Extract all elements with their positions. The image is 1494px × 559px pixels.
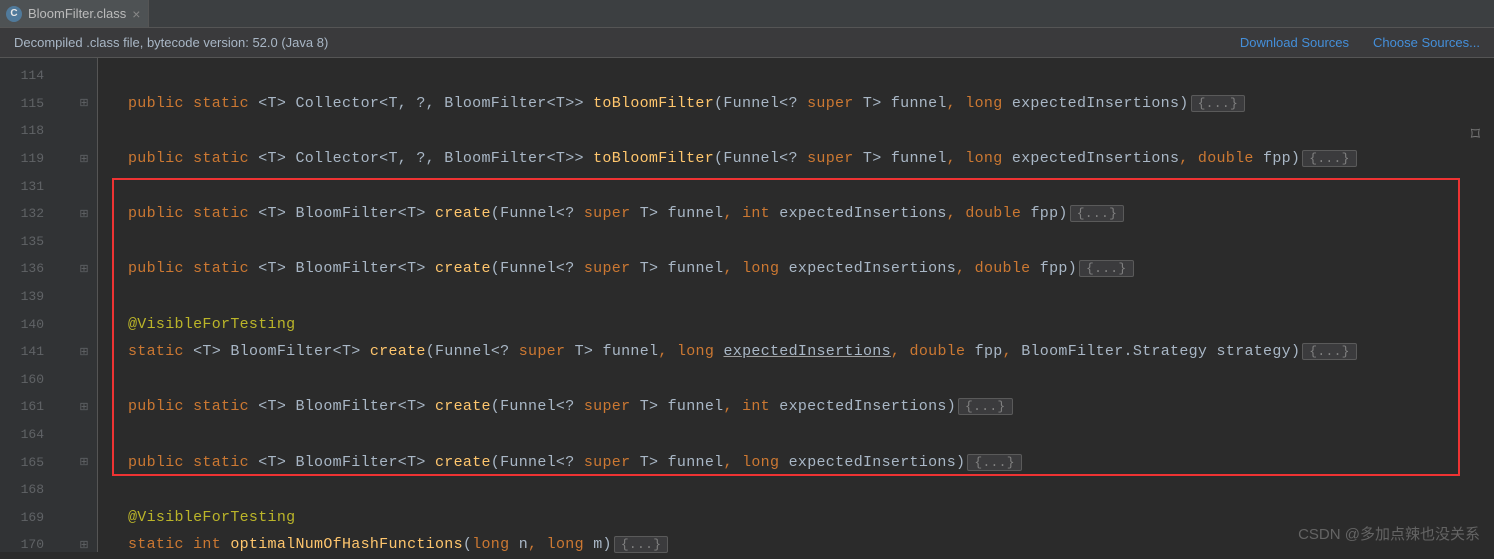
folded-block[interactable]: {...}	[967, 454, 1022, 471]
code-line: @VisibleForTesting	[98, 504, 1494, 532]
code-line: public static <T> BloomFilter<T> create(…	[98, 448, 1494, 476]
download-sources-link[interactable]: Download Sources	[1240, 35, 1349, 50]
line-number: 139	[10, 289, 44, 304]
decompiler-info-bar: Decompiled .class file, bytecode version…	[0, 28, 1494, 58]
close-icon[interactable]: ×	[132, 6, 140, 22]
code-line	[98, 228, 1494, 256]
folded-block[interactable]: {...}	[1079, 260, 1134, 277]
fold-icon[interactable]: ⊞	[77, 400, 91, 414]
code-line	[98, 62, 1494, 90]
gutter-row: 132 ⊞	[0, 200, 97, 228]
gutter-row: 119 ⊞	[0, 145, 97, 173]
fold-icon[interactable]: ⊞	[77, 96, 91, 110]
choose-sources-link[interactable]: Choose Sources...	[1373, 35, 1480, 50]
gutter-row: 139	[0, 283, 97, 311]
code-line: public static <T> Collector<T, ?, BloomF…	[98, 145, 1494, 173]
fold-icon[interactable]: ⊞	[77, 207, 91, 221]
folded-block[interactable]: {...}	[1302, 150, 1357, 167]
gutter-row: 136 ⊞	[0, 255, 97, 283]
code-line: public static <T> BloomFilter<T> create(…	[98, 255, 1494, 283]
code-line: @VisibleForTesting	[98, 310, 1494, 338]
code-line	[98, 476, 1494, 504]
code-line: public static <T> Collector<T, ?, BloomF…	[98, 90, 1494, 118]
gutter-row: 141 ⊞	[0, 338, 97, 366]
code-line	[98, 172, 1494, 200]
code-line	[98, 117, 1494, 145]
code-area[interactable]: public static <T> Collector<T, ?, BloomF…	[98, 58, 1494, 552]
code-line: static int optimalNumOfHashFunctions(lon…	[98, 531, 1494, 559]
line-number: 164	[10, 427, 44, 442]
info-links: Download Sources Choose Sources...	[1240, 35, 1480, 50]
line-number: 118	[10, 123, 44, 138]
editor-tab[interactable]: C BloomFilter.class ×	[0, 0, 149, 27]
gutter-row: 170 ⊞	[0, 531, 97, 559]
line-number: 131	[10, 179, 44, 194]
folded-block[interactable]: {...}	[1191, 95, 1246, 112]
line-number: 136	[10, 261, 44, 276]
tab-filename: BloomFilter.class	[28, 6, 126, 21]
gutter-row: 115 ⊞	[0, 90, 97, 118]
code-line	[98, 283, 1494, 311]
line-number: 170	[10, 537, 44, 552]
gutter-row: 118	[0, 117, 97, 145]
folded-block[interactable]: {...}	[1302, 343, 1357, 360]
code-line: public static <T> BloomFilter<T> create(…	[98, 200, 1494, 228]
fold-icon[interactable]: ⊞	[77, 538, 91, 552]
line-number: 161	[10, 399, 44, 414]
gutter-row: 165 ⊞	[0, 448, 97, 476]
gutter-row: 161 ⊞	[0, 393, 97, 421]
gutter-row: 168	[0, 476, 97, 504]
reader-mode-icon[interactable]: ⌑	[1471, 124, 1480, 146]
code-line: static <T> BloomFilter<T> create(Funnel<…	[98, 338, 1494, 366]
fold-icon[interactable]: ⊞	[77, 345, 91, 359]
folded-block[interactable]: {...}	[614, 536, 669, 553]
fold-icon[interactable]: ⊞	[77, 262, 91, 276]
gutter-row: 114	[0, 62, 97, 90]
line-number: 115	[10, 96, 44, 111]
gutter-row: 131	[0, 172, 97, 200]
line-number: 160	[10, 372, 44, 387]
code-line	[98, 366, 1494, 394]
line-number: 132	[10, 206, 44, 221]
gutter-row: 140	[0, 310, 97, 338]
folded-block[interactable]: {...}	[958, 398, 1013, 415]
fold-icon[interactable]: ⊞	[77, 455, 91, 469]
gutter-row: 160	[0, 366, 97, 394]
line-number: 141	[10, 344, 44, 359]
code-line: public static <T> BloomFilter<T> create(…	[98, 393, 1494, 421]
line-number: 119	[10, 151, 44, 166]
line-number: 140	[10, 317, 44, 332]
line-number: 165	[10, 455, 44, 470]
gutter-row: 169	[0, 504, 97, 532]
line-number: 135	[10, 234, 44, 249]
fold-icon[interactable]: ⊞	[77, 152, 91, 166]
class-icon: C	[6, 6, 22, 22]
gutter-row: 135	[0, 228, 97, 256]
code-line	[98, 421, 1494, 449]
line-number: 114	[10, 68, 44, 83]
folded-block[interactable]: {...}	[1070, 205, 1125, 222]
decompiler-message: Decompiled .class file, bytecode version…	[14, 35, 328, 50]
line-number: 168	[10, 482, 44, 497]
tab-bar: C BloomFilter.class ×	[0, 0, 1494, 28]
line-number: 169	[10, 510, 44, 525]
gutter: 114115⊞118119⊞131132⊞135136⊞139140141⊞16…	[0, 58, 98, 552]
gutter-row: 164	[0, 421, 97, 449]
editor: 114115⊞118119⊞131132⊞135136⊞139140141⊞16…	[0, 58, 1494, 552]
watermark: CSDN @多加点辣也没关系	[1298, 523, 1480, 544]
